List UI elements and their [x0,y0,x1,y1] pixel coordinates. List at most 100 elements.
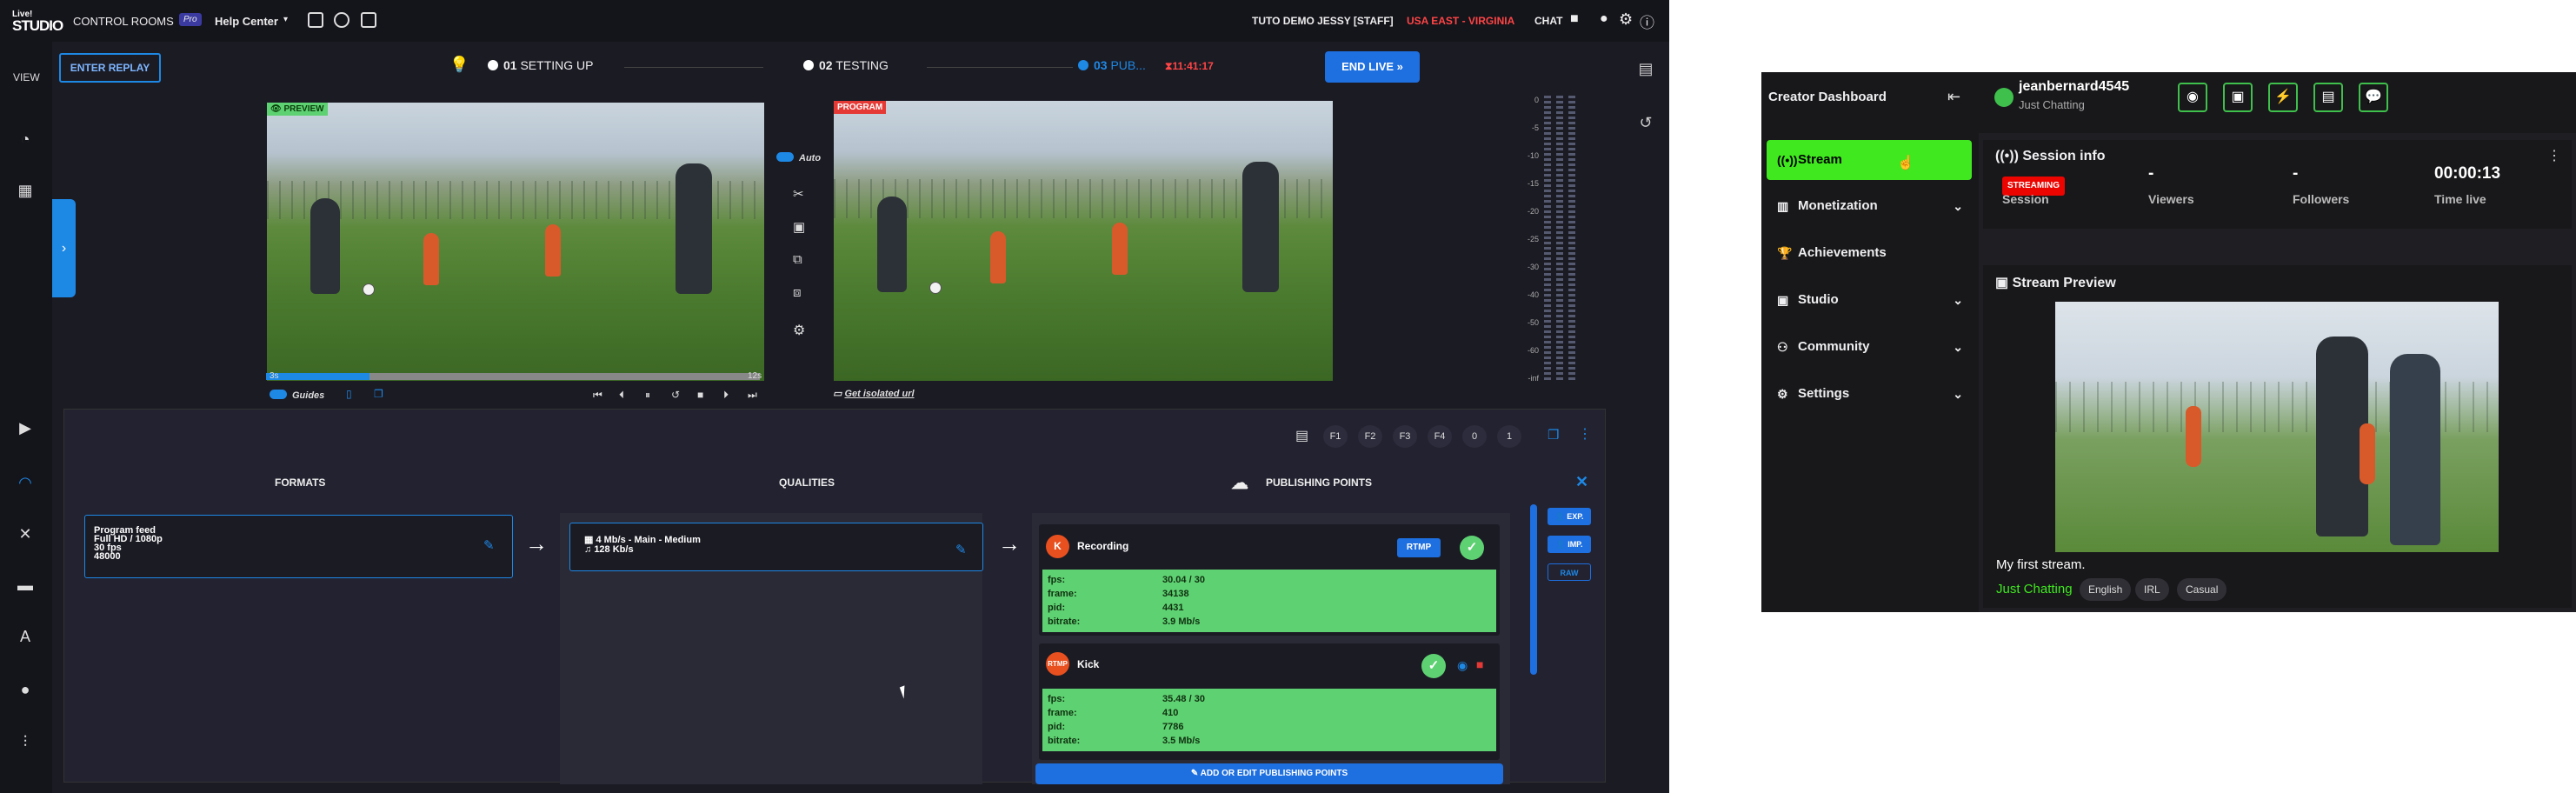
help-center-menu[interactable]: Help Center [215,15,278,28]
copy-layout-icon[interactable]: ❐ [1548,427,1559,443]
step-setting-up[interactable]: 01 SETTING UP [488,58,593,72]
slide-transition-icon[interactable]: ⧉ [793,252,802,267]
close-panel-icon[interactable]: ✕ [1575,473,1588,491]
skip-back-icon[interactable]: ⏮ [593,389,602,402]
cut-transition-icon[interactable]: ✂ [793,186,804,202]
gear-icon[interactable]: ⚙ [1619,10,1633,29]
nav-achievements[interactable]: 🏆 Achievements [1767,233,1972,273]
grid-view-icon[interactable]: ▦ [16,181,35,200]
hotkey-1[interactable]: 1 [1497,425,1521,448]
tag-casual[interactable]: Casual [2177,578,2227,601]
layout-grid-icon[interactable] [361,12,376,28]
add-publishing-point-button[interactable]: ✎ ADD OR EDIT PUBLISHING POINTS [1035,763,1503,784]
stream-preview-video[interactable] [2055,302,2499,552]
notes-quick-action-icon[interactable]: ▤ [2313,83,2343,112]
step-back-icon[interactable]: ⏴ [619,389,624,402]
nav-community[interactable]: ⚇ Community ⌄ [1767,327,1972,367]
camera-icon[interactable]: ▶ [16,418,35,437]
edit-format-pencil-icon[interactable]: ✎ [483,537,495,553]
avatar[interactable] [1994,88,2014,107]
preview-video[interactable]: 👁 PREVIEW [267,103,764,381]
plan-badge: Pro [179,13,202,26]
control-rooms-link[interactable]: CONTROL ROOMS [73,15,174,28]
user-icon[interactable]: ● [1600,11,1608,27]
fade-transition-icon[interactable]: ▣ [793,219,805,235]
chat-quick-action-icon[interactable]: 💬 [2359,83,2388,112]
publishing-point-recording[interactable]: K Recording RTMP ✓ fps: 30.04 / 30 frame:… [1039,524,1500,636]
tools-icon[interactable]: ✕ [16,524,35,543]
import-button[interactable]: 👤 IMP. [1548,536,1591,553]
stop-icon[interactable]: ■ [697,389,703,401]
chat-link[interactable]: CHAT [1534,15,1562,27]
hotkey-f2[interactable]: F2 [1358,425,1382,448]
step-forward-icon[interactable]: ⏵ [723,389,729,402]
help-chevron-down-icon[interactable]: ▾ [283,15,288,24]
hotkey-f3[interactable]: F3 [1393,425,1417,448]
nav-stream[interactable]: ((•)) Stream ☝ [1767,140,1972,180]
meter-bar-left [1544,96,1551,383]
format-card[interactable]: Program feed Full HD / 1080p 30 fps 4800… [84,515,513,578]
studio-icon: ▣ [1777,293,1789,307]
tag-english[interactable]: English [2080,578,2132,601]
program-video[interactable]: PROGRAM [834,101,1333,381]
broadcast-quick-action-icon[interactable]: ◉ [2178,83,2207,112]
raw-button[interactable]: RAW [1548,563,1591,581]
hotkey-f4[interactable]: F4 [1428,425,1452,448]
broadcast-icon[interactable]: ◠ [16,473,35,492]
copy-icon[interactable]: ❐ [374,388,383,400]
region-menu[interactable]: USA EAST - VIRGINIA [1407,15,1514,27]
info-icon[interactable]: ⓘ [1640,10,1654,32]
isolated-url-link[interactable]: ▭ Get isolated url [833,388,915,399]
transition-settings-gear-icon[interactable]: ⚙ [793,322,805,339]
tag-irl[interactable]: IRL [2135,578,2169,601]
undo-icon[interactable]: ↺ [1636,113,1655,132]
player-figure [877,197,907,292]
nav-settings[interactable]: ⚙ Settings ⌄ [1767,374,1972,414]
export-button[interactable]: 👤 EXP. [1548,508,1591,525]
collapse-sidebar-icon[interactable]: ⇤ [1947,88,1960,106]
hotkey-f1[interactable]: F1 [1323,425,1348,448]
vertical-scrollbar[interactable] [1530,504,1537,675]
skip-forward-icon[interactable]: ⏭ [748,389,757,402]
meter-tick-label: -60 [1527,346,1539,355]
users-icon[interactable]: ● [16,680,35,699]
calendar-icon[interactable] [308,12,323,28]
comment-icon[interactable]: ▬ [16,576,35,595]
lightning-quick-action-icon[interactable]: ⚡ [2268,83,2298,112]
layers-icon[interactable]: ▤ [1636,59,1655,78]
enter-replay-button[interactable]: ENTER REPLAY [59,53,161,83]
preview-progress-bar[interactable] [266,373,760,380]
step-publishing[interactable]: 03 PUB... [1078,58,1146,72]
caption-icon[interactable]: ▤ [1295,427,1308,444]
eye-icon[interactable]: ◉ [1457,658,1468,673]
hotkey-0[interactable]: 0 [1462,425,1487,448]
publishing-point-kick[interactable]: RTMP Kick ✓ ◉ ■ fps: 35.48 / 30 frame: 410… [1039,643,1500,760]
end-live-button[interactable]: END LIVE » [1325,51,1420,83]
more-vertical-icon[interactable]: ⋮ [2547,147,2561,164]
trash-icon[interactable]: ■ [1476,657,1483,671]
camera-quick-action-icon[interactable]: ▣ [2223,83,2253,112]
pause-icon[interactable]: ⏸ [645,389,650,402]
app-logo[interactable]: Live! STUDIO [12,9,63,33]
nav-studio[interactable]: ▣ Studio ⌄ [1767,280,1972,320]
replay-icon[interactable]: ↺ [671,389,680,401]
edit-quality-pencil-icon[interactable]: ✎ [955,542,967,557]
sliders-icon[interactable]: ⫶ [16,732,35,751]
message-icon[interactable]: ■ [1570,11,1579,27]
dashboard-gauge-icon[interactable]: ◔ [16,130,35,149]
auto-toggle[interactable]: Auto [776,152,821,163]
rtmp-button[interactable]: RTMP [1397,538,1441,557]
mobile-icon[interactable]: ▯ [346,388,352,400]
nav-monetization[interactable]: ▥ Monetization ⌄ [1767,186,1972,226]
globe-icon[interactable] [334,12,349,28]
more-vertical-icon[interactable]: ⋮ [1578,425,1592,443]
guides-toggle[interactable]: Guides [270,390,324,401]
lightbulb-icon[interactable]: 💡 [449,56,469,74]
step-testing[interactable]: 02 TESTING [803,58,889,72]
text-icon[interactable]: A [16,627,35,646]
account-menu[interactable]: TUTO DEMO JESSY [STAFF] [1252,15,1394,27]
quality-card[interactable]: ▦ 4 Mb/s - Main - Medium ♫ 128 Kb/s [569,523,983,571]
panel-expand-chevron-icon[interactable]: › [52,199,76,297]
wipe-transition-icon[interactable]: ⧈ [793,285,802,300]
category-link[interactable]: Just Chatting [1996,578,2073,601]
